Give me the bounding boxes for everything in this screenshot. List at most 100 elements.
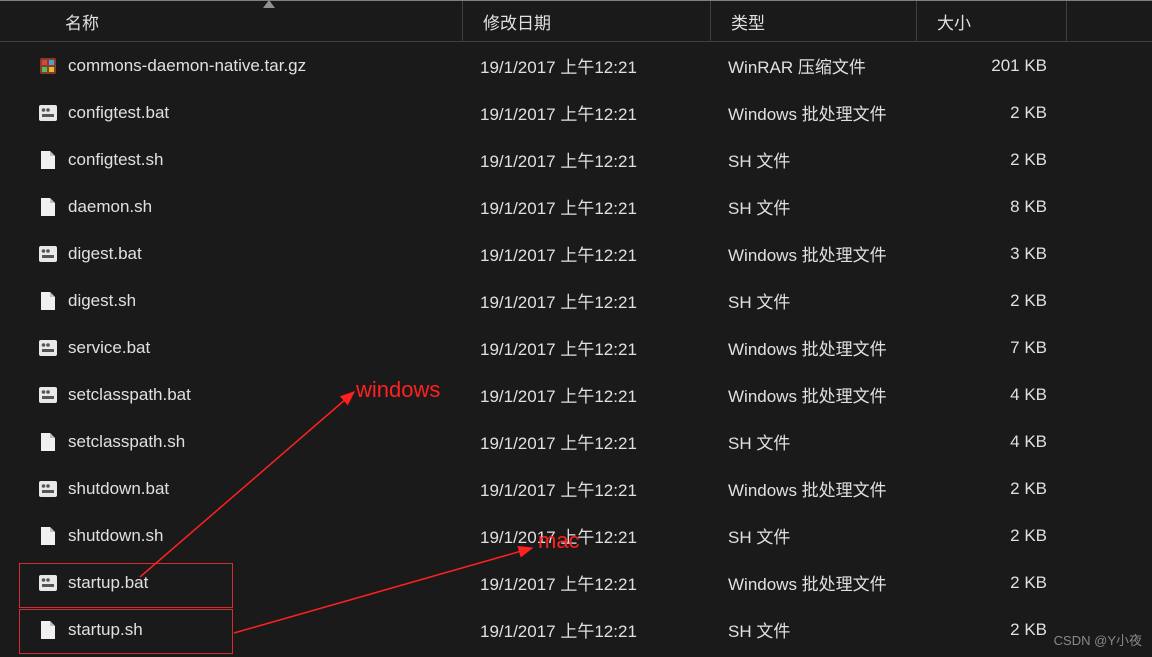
cell-type: Windows 批处理文件 — [711, 382, 917, 407]
cell-type: SH 文件 — [711, 147, 917, 172]
file-row[interactable]: commons-daemon-native.tar.gz19/1/2017 上午… — [0, 42, 1152, 89]
bat-icon — [38, 479, 58, 499]
file-row[interactable]: startup.sh 19/1/2017 上午12:21SH 文件2 KB — [0, 606, 1152, 653]
file-row[interactable]: setclasspath.sh19/1/2017 上午12:21SH 文件4 K… — [0, 418, 1152, 465]
file-name-label: startup.bat — [68, 573, 148, 593]
cell-type: SH 文件 — [711, 523, 917, 548]
cell-name: configtest.bat — [0, 103, 463, 123]
cell-size: 2 KB — [917, 620, 1047, 640]
file-row[interactable]: shutdown.bat 19/1/2017 上午12:21Windows 批处理… — [0, 465, 1152, 512]
file-icon — [38, 432, 58, 452]
cell-type: SH 文件 — [711, 429, 917, 454]
cell-name: digest.bat — [0, 244, 463, 264]
cell-type: Windows 批处理文件 — [711, 241, 917, 266]
file-row[interactable]: startup.bat 19/1/2017 上午12:21Windows 批处理文… — [0, 559, 1152, 606]
cell-size: 4 KB — [917, 432, 1047, 452]
cell-date: 19/1/2017 上午12:21 — [463, 476, 711, 501]
cell-date: 19/1/2017 上午12:21 — [463, 100, 711, 125]
archive-icon — [38, 56, 58, 76]
cell-date: 19/1/2017 上午12:21 — [463, 194, 711, 219]
cell-date: 19/1/2017 上午12:21 — [463, 53, 711, 78]
file-icon — [38, 620, 58, 640]
file-icon — [38, 150, 58, 170]
column-header-size[interactable]: 大小 — [917, 1, 1067, 41]
sort-ascending-icon — [263, 0, 275, 8]
cell-size: 3 KB — [917, 244, 1047, 264]
cell-date: 19/1/2017 上午12:21 — [463, 382, 711, 407]
file-row[interactable]: service.bat 19/1/2017 上午12:21Windows 批处理文… — [0, 324, 1152, 371]
bat-icon — [38, 338, 58, 358]
file-row[interactable]: digest.bat 19/1/2017 上午12:21Windows 批处理文件… — [0, 230, 1152, 277]
cell-size: 2 KB — [917, 150, 1047, 170]
cell-size: 2 KB — [917, 526, 1047, 546]
column-size-label: 大小 — [937, 9, 971, 34]
file-name-label: digest.sh — [68, 291, 136, 311]
column-type-label: 类型 — [731, 9, 765, 34]
file-row[interactable]: configtest.bat 19/1/2017 上午12:21Windows 批… — [0, 89, 1152, 136]
cell-size: 4 KB — [917, 385, 1047, 405]
cell-name: digest.sh — [0, 291, 463, 311]
cell-type: WinRAR 压缩文件 — [711, 53, 917, 78]
file-name-label: daemon.sh — [68, 197, 152, 217]
cell-name: setclasspath.bat — [0, 385, 463, 405]
cell-date: 19/1/2017 上午12:21 — [463, 335, 711, 360]
cell-type: Windows 批处理文件 — [711, 476, 917, 501]
column-header-date[interactable]: 修改日期 — [463, 1, 711, 41]
file-row[interactable]: digest.sh 19/1/2017 上午12:21SH 文件2 KB — [0, 277, 1152, 324]
file-list: commons-daemon-native.tar.gz19/1/2017 上午… — [0, 42, 1152, 653]
file-name-label: setclasspath.bat — [68, 385, 191, 405]
cell-size: 2 KB — [917, 291, 1047, 311]
cell-size: 2 KB — [917, 103, 1047, 123]
bat-icon — [38, 244, 58, 264]
file-name-label: service.bat — [68, 338, 150, 358]
bat-icon — [38, 385, 58, 405]
cell-size: 8 KB — [917, 197, 1047, 217]
file-name-label: startup.sh — [68, 620, 143, 640]
bat-icon — [38, 573, 58, 593]
cell-type: Windows 批处理文件 — [711, 100, 917, 125]
cell-name: daemon.sh — [0, 197, 463, 217]
cell-name: startup.bat — [0, 573, 463, 593]
cell-type: SH 文件 — [711, 194, 917, 219]
cell-name: shutdown.bat — [0, 479, 463, 499]
cell-date: 19/1/2017 上午12:21 — [463, 241, 711, 266]
cell-type: Windows 批处理文件 — [711, 335, 917, 360]
watermark: CSDN @Y小夜 — [1054, 630, 1142, 649]
cell-name: setclasspath.sh — [0, 432, 463, 452]
cell-name: configtest.sh — [0, 150, 463, 170]
cell-name: startup.sh — [0, 620, 463, 640]
file-row[interactable]: shutdown.sh 19/1/2017 上午12:21SH 文件2 KB — [0, 512, 1152, 559]
file-name-label: shutdown.sh — [68, 526, 163, 546]
file-name-label: shutdown.bat — [68, 479, 169, 499]
file-list-header: 名称 修改日期 类型 大小 — [0, 0, 1152, 42]
column-name-label: 名称 — [65, 9, 99, 34]
column-header-type[interactable]: 类型 — [711, 1, 917, 41]
file-icon — [38, 526, 58, 546]
cell-date: 19/1/2017 上午12:21 — [463, 570, 711, 595]
file-name-label: digest.bat — [68, 244, 142, 264]
column-header-name[interactable]: 名称 — [0, 1, 463, 41]
file-row[interactable]: configtest.sh 19/1/2017 上午12:21SH 文件2 KB — [0, 136, 1152, 183]
file-icon — [38, 291, 58, 311]
column-date-label: 修改日期 — [483, 9, 551, 34]
cell-date: 19/1/2017 上午12:21 — [463, 147, 711, 172]
cell-name: service.bat — [0, 338, 463, 358]
cell-date: 19/1/2017 上午12:21 — [463, 617, 711, 642]
bat-icon — [38, 103, 58, 123]
file-name-label: setclasspath.sh — [68, 432, 185, 452]
cell-date: 19/1/2017 上午12:21 — [463, 288, 711, 313]
file-name-label: configtest.bat — [68, 103, 169, 123]
cell-name: commons-daemon-native.tar.gz — [0, 56, 463, 76]
file-row[interactable]: daemon.sh 19/1/2017 上午12:21SH 文件8 KB — [0, 183, 1152, 230]
file-name-label: configtest.sh — [68, 150, 163, 170]
file-icon — [38, 197, 58, 217]
cell-type: SH 文件 — [711, 288, 917, 313]
cell-date: 19/1/2017 上午12:21 — [463, 523, 711, 548]
file-row[interactable]: setclasspath.bat 19/1/2017 上午12:21Windows… — [0, 371, 1152, 418]
cell-type: Windows 批处理文件 — [711, 570, 917, 595]
cell-type: SH 文件 — [711, 617, 917, 642]
cell-name: shutdown.sh — [0, 526, 463, 546]
cell-size: 7 KB — [917, 338, 1047, 358]
cell-size: 201 KB — [917, 56, 1047, 76]
cell-size: 2 KB — [917, 479, 1047, 499]
